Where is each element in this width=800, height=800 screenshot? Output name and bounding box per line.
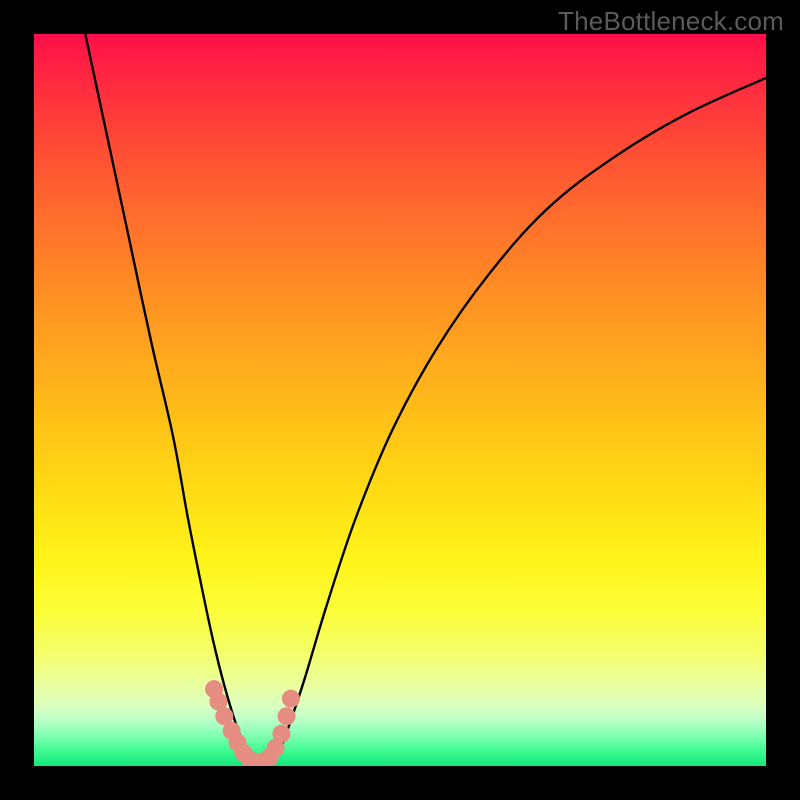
plot-area <box>34 34 766 766</box>
notch-dot <box>272 725 290 743</box>
notch-dot <box>282 690 300 708</box>
chart-frame: TheBottleneck.com <box>0 0 800 800</box>
bottleneck-curve-svg <box>34 34 766 766</box>
watermark-text: TheBottleneck.com <box>558 6 784 37</box>
notch-marker-dots <box>205 680 300 766</box>
bottleneck-curve <box>85 34 766 766</box>
notch-dot <box>278 707 296 725</box>
